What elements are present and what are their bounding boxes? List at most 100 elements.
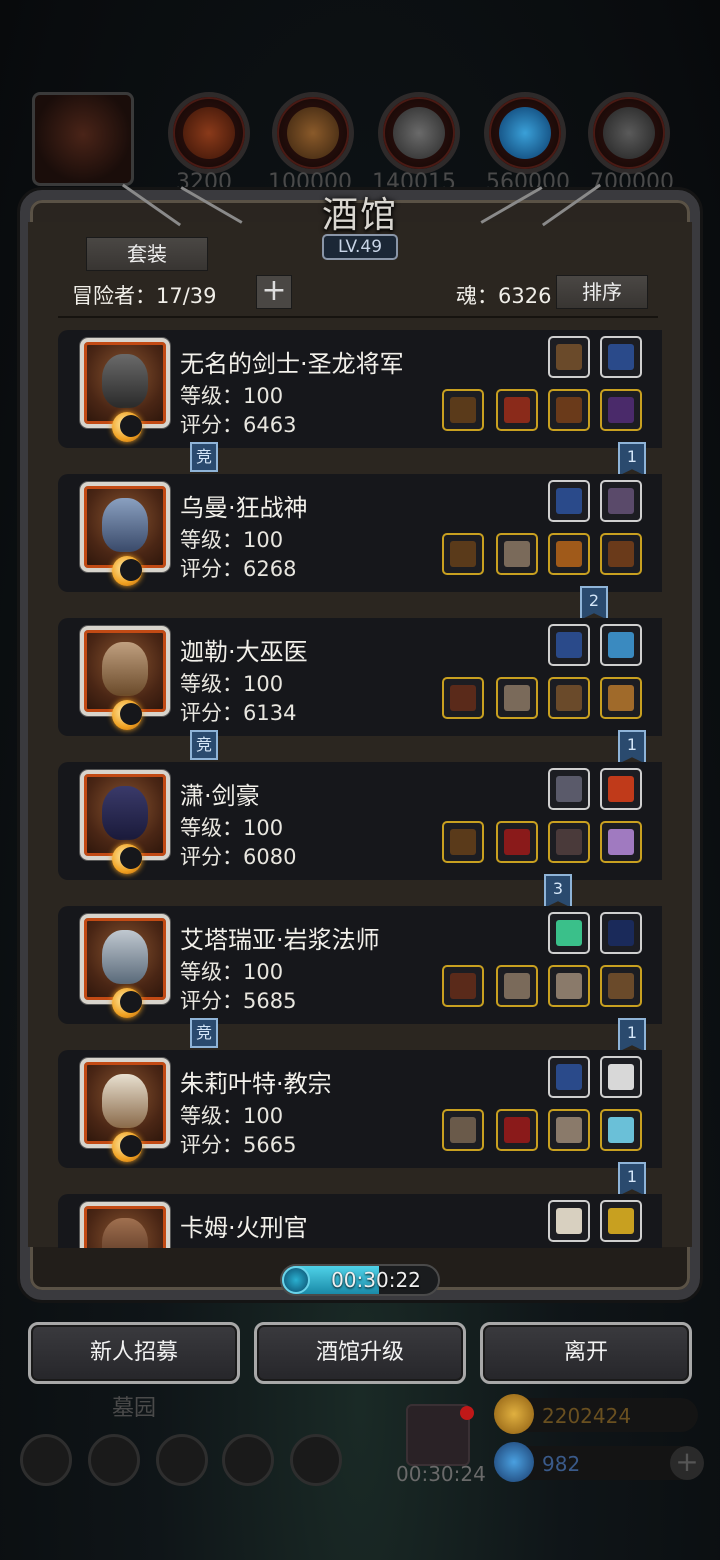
add-currency-button[interactable]: + (670, 1446, 704, 1480)
refresh-timer: 00:30:22 (331, 1268, 421, 1292)
moon-badge-icon (112, 556, 142, 586)
hero-score: 评分：6463 (180, 413, 297, 437)
equipment-slot[interactable] (442, 677, 484, 719)
equipment-slot[interactable] (442, 965, 484, 1007)
moon-badge-icon (112, 1132, 142, 1162)
hero-score: 评分：6080 (180, 845, 297, 869)
equipment-slot[interactable] (600, 389, 642, 431)
equipment-slot[interactable] (496, 965, 538, 1007)
ranking-icon[interactable] (156, 1434, 208, 1486)
equipment-slot[interactable] (600, 480, 642, 522)
moon-badge-icon (112, 700, 142, 730)
equipment-slot[interactable] (548, 533, 590, 575)
equipment-slot[interactable] (442, 389, 484, 431)
hero-list[interactable]: 无名的剑士·圣龙将军 等级：100 评分：6463 竞 1 乌曼·狂战神 等级：… (58, 330, 662, 1248)
gold-coin-icon (494, 1394, 534, 1434)
hero-card[interactable]: 卡姆·火刑官 (58, 1194, 662, 1248)
moon-badge-icon (112, 844, 142, 874)
equipment-slot[interactable] (496, 533, 538, 575)
notification-dot (460, 1406, 474, 1420)
equipment-slot[interactable] (496, 389, 538, 431)
hero-card[interactable]: 艾塔瑞亚·岩浆法师 等级：100 评分：5685 (58, 906, 662, 1024)
equipment-slot[interactable] (548, 677, 590, 719)
location-label: 墓园 (112, 1396, 157, 1421)
suit-button[interactable]: 套装 (86, 237, 208, 271)
equipment-slot[interactable] (548, 821, 590, 863)
arena-tag: 竞 (190, 1018, 218, 1048)
equipment-slot[interactable] (548, 965, 590, 1007)
hero-name: 朱莉叶特·教宗 (180, 1070, 332, 1098)
equipment-slot[interactable] (600, 336, 642, 378)
hero-card[interactable]: 无名的剑士·圣龙将军 等级：100 评分：6463 (58, 330, 662, 448)
mail-icon[interactable] (222, 1434, 274, 1486)
equipment-slot[interactable] (600, 1109, 642, 1151)
equipment-slot[interactable] (548, 389, 590, 431)
equipment-slot[interactable] (496, 677, 538, 719)
recruit-button[interactable]: 新人招募 (28, 1322, 240, 1384)
hero-score: 评分：6134 (180, 701, 297, 725)
hero-name: 乌曼·狂战神 (180, 494, 308, 522)
meat-resource-icon (168, 92, 250, 174)
hero-level: 等级：100 (180, 672, 284, 696)
rank-ribbon: 1 (618, 442, 646, 476)
iron-resource-icon (378, 92, 460, 174)
crystal-resource-icon (484, 92, 566, 174)
hero-level: 等级：100 (180, 384, 284, 408)
hero-card[interactable]: 迦勒·大巫医 等级：100 评分：6134 (58, 618, 662, 736)
equipment-slot[interactable] (496, 1109, 538, 1151)
chat-icon[interactable] (290, 1434, 342, 1486)
moon-badge-icon (112, 412, 142, 442)
sort-button[interactable]: 排序 (556, 275, 648, 309)
equipment-slot[interactable] (600, 1056, 642, 1098)
equipment-slot[interactable] (548, 768, 590, 810)
equipment-slot[interactable] (600, 912, 642, 954)
star-icon[interactable] (88, 1434, 140, 1486)
equipment-slot[interactable] (548, 336, 590, 378)
equipment-slot[interactable] (600, 965, 642, 1007)
equipment-slot[interactable] (600, 768, 642, 810)
hero-level: 等级：100 (180, 816, 284, 840)
hero-name: 无名的剑士·圣龙将军 (180, 350, 404, 378)
hero-score: 评分：6268 (180, 557, 297, 581)
gem-icon (494, 1442, 534, 1482)
equipment-slot[interactable] (442, 533, 484, 575)
equipment-slot[interactable] (548, 1056, 590, 1098)
equipment-slot[interactable] (548, 1109, 590, 1151)
rank-ribbon: 2 (580, 586, 608, 620)
divider (58, 316, 658, 318)
equipment-slot[interactable] (600, 624, 642, 666)
equipment-slot[interactable] (548, 912, 590, 954)
settings-icon[interactable] (20, 1434, 72, 1486)
hero-score: 评分：5665 (180, 1133, 297, 1157)
hero-name: 迦勒·大巫医 (180, 638, 308, 666)
leave-button[interactable]: 离开 (480, 1322, 692, 1384)
equipment-slot[interactable] (600, 677, 642, 719)
gem-amount: 982 (542, 1452, 581, 1476)
equipment-slot[interactable] (548, 480, 590, 522)
hero-card[interactable]: 潇·剑豪 等级：100 评分：6080 (58, 762, 662, 880)
panel-title: 酒馆 (321, 195, 398, 236)
arena-tag: 竞 (190, 730, 218, 760)
hero-avatar[interactable] (80, 1202, 170, 1248)
equipment-slot[interactable] (600, 533, 642, 575)
hero-card[interactable]: 朱莉叶特·教宗 等级：100 评分：5665 (58, 1050, 662, 1168)
hero-level: 等级：100 (180, 1104, 284, 1128)
adventurer-count: 冒险者：17/39 (72, 284, 217, 308)
upgrade-tavern-button[interactable]: 酒馆升级 (254, 1322, 466, 1384)
rank-ribbon: 1 (618, 1162, 646, 1196)
hero-card[interactable]: 乌曼·狂战神 等级：100 评分：6268 (58, 474, 662, 592)
tavern-level-badge: LV.49 (322, 234, 398, 260)
stone-resource-icon (588, 92, 670, 174)
rank-ribbon: 3 (544, 874, 572, 908)
soul-count: 魂：6326 (456, 284, 552, 308)
equipment-slot[interactable] (548, 1200, 590, 1242)
add-capacity-button[interactable]: + (256, 275, 292, 309)
equipment-slot[interactable] (442, 1109, 484, 1151)
hero-name: 卡姆·火刑官 (180, 1214, 308, 1242)
equipment-slot[interactable] (600, 821, 642, 863)
equipment-slot[interactable] (442, 821, 484, 863)
equipment-slot[interactable] (496, 821, 538, 863)
equipment-slot[interactable] (548, 624, 590, 666)
equipment-slot[interactable] (600, 1200, 642, 1242)
rank-ribbon: 1 (618, 730, 646, 764)
